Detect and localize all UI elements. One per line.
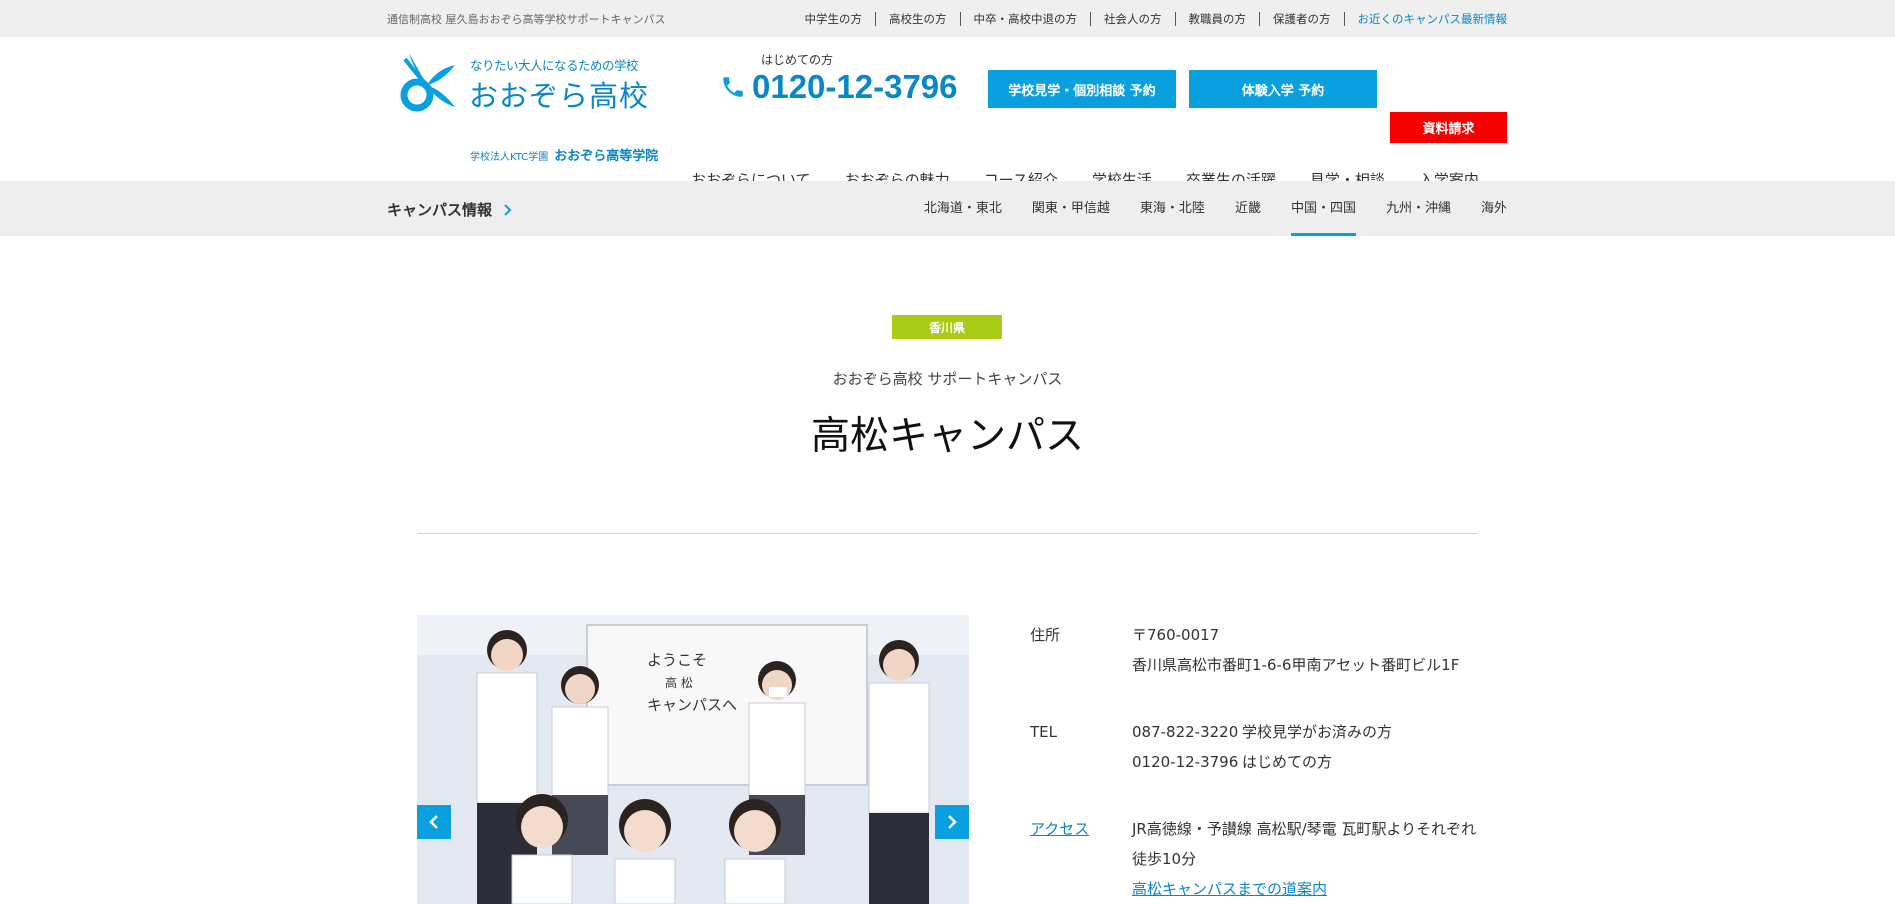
audience-link-teacher[interactable]: 教職員の方 xyxy=(1174,11,1260,26)
access-value: JR高徳線・予讃線 高松駅/琴電 瓦町駅よりそれぞれ徒歩10分 高松キャンパスま… xyxy=(1132,814,1480,904)
top-utility-bar: 通信制高校 屋久島おおぞら高等学校サポートキャンパス 中学生の方 高校生の方 中… xyxy=(0,0,1895,37)
region-tab-kinki[interactable]: 近畿 xyxy=(1235,181,1261,236)
chevron-left-icon xyxy=(429,815,438,829)
audience-links: 中学生の方 高校生の方 中卒・高校中退の方 社会人の方 教職員の方 保護者の方 … xyxy=(792,11,1507,26)
access-text: JR高徳線・予讃線 高松駅/琴電 瓦町駅よりそれぞれ徒歩10分 xyxy=(1132,820,1477,868)
logo-academy-name: おおぞら高等学院 xyxy=(554,149,659,164)
tel-value: 087-822-3220 学校見学がお済みの方 0120-12-3796 はじめての… xyxy=(1132,717,1480,777)
address-row: 住所 〒760-0017 香川県高松市番町1-6-6甲南アセット番町ビル1F xyxy=(1030,620,1480,680)
logo-name: おおぞら高校 xyxy=(469,79,650,113)
phone-number-link[interactable]: 0120-12-3796 xyxy=(720,68,958,106)
address-label: 住所 xyxy=(1030,626,1061,644)
tel-number-freedial[interactable]: 0120-12-3796 xyxy=(1132,747,1242,777)
access-link[interactable]: アクセス xyxy=(1030,814,1132,904)
region-tabs: 北海道・東北 関東・甲信越 東海・北陸 近畿 中国・四国 九州・沖縄 海外 xyxy=(894,181,1507,236)
campus-info-link[interactable]: キャンパス情報 xyxy=(387,199,512,220)
phone-number: 0120-12-3796 xyxy=(752,68,958,105)
access-row: アクセス JR高徳線・予讃線 高松駅/琴電 瓦町駅よりそれぞれ徒歩10分 高松キ… xyxy=(1030,814,1480,904)
logo-catchphrase: なりたい大人になるための学校 xyxy=(470,58,639,73)
region-tab-kanto[interactable]: 関東・甲信越 xyxy=(1032,181,1110,236)
whiteboard-text-1: ようこそ xyxy=(647,651,707,669)
prefecture-badge: 香川県 xyxy=(892,315,1002,339)
site-logo[interactable]: なりたい大人になるための学校 おおぞら高校 学校法人KTC学園 おおぞら高等学院 xyxy=(397,51,677,164)
tel-label: TEL xyxy=(1030,723,1057,741)
audience-link-high-school[interactable]: 高校生の方 xyxy=(875,11,960,26)
request-brochure-button[interactable]: 資料請求 xyxy=(1390,112,1507,143)
campus-info: 住所 〒760-0017 香川県高松市番町1-6-6甲南アセット番町ビル1F T… xyxy=(1030,620,1480,904)
logo-corp-name: 学校法人KTC学園 xyxy=(470,152,549,163)
tel-row: TEL 087-822-3220 学校見学がお済みの方 0120-12-3796 は… xyxy=(1030,717,1480,777)
campus-group-photo: ようこそ 高 松 キャンパスへ xyxy=(417,615,969,904)
top-utility-inner: 通信制高校 屋久島おおぞら高等学校サポートキャンパス 中学生の方 高校生の方 中… xyxy=(387,0,1507,37)
nearby-campus-link[interactable]: お近くのキャンパス最新情報 xyxy=(1343,11,1507,26)
whiteboard-text-3: キャンパスへ xyxy=(647,696,737,714)
address-value: 〒760-0017 香川県高松市番町1-6-6甲南アセット番町ビル1F xyxy=(1132,620,1480,680)
campus-nav-bar: キャンパス情報 北海道・東北 関東・甲信越 東海・北陸 近畿 中国・四国 九州・… xyxy=(0,181,1895,236)
region-tab-tokai[interactable]: 東海・北陸 xyxy=(1140,181,1205,236)
whiteboard-text-2: 高 松 xyxy=(665,675,693,690)
region-tab-hokkaido-tohoku[interactable]: 北海道・東北 xyxy=(924,181,1002,236)
phone-label: はじめての方 xyxy=(761,53,834,67)
tel-note-first-time: はじめての方 xyxy=(1242,753,1333,771)
trial-reservation-button[interactable]: 体験入学 予約 xyxy=(1189,70,1377,108)
phone-icon xyxy=(723,77,743,97)
tel-note-visited: 学校見学がお済みの方 xyxy=(1242,723,1393,741)
site-header: なりたい大人になるための学校 おおぞら高校 学校法人KTC学園 おおぞら高等学院 … xyxy=(0,37,1895,189)
campus-subtitle: おおぞら高校 サポートキャンパス xyxy=(832,370,1063,388)
site-description: 通信制高校 屋久島おおぞら高等学校サポートキャンパス xyxy=(387,12,666,26)
campus-info-label: キャンパス情報 xyxy=(387,201,493,219)
page-title: 高松キャンパス xyxy=(810,414,1084,459)
directions-link[interactable]: 高松キャンパスまでの道案内 xyxy=(1132,880,1327,898)
slider-prev-button[interactable] xyxy=(417,805,451,839)
logo-mark-icon xyxy=(400,53,455,112)
region-tab-chugoku-shikoku[interactable]: 中国・四国 xyxy=(1290,181,1356,236)
tel-number-campus[interactable]: 087-822-3220 xyxy=(1132,717,1242,747)
chevron-right-icon xyxy=(948,815,957,829)
region-tab-kyushu-okinawa[interactable]: 九州・沖縄 xyxy=(1386,181,1451,236)
postal-code: 〒760-0017 xyxy=(1132,626,1220,644)
slider-next-button[interactable] xyxy=(935,805,969,839)
section-divider xyxy=(417,533,1477,534)
region-tab-overseas[interactable]: 海外 xyxy=(1481,181,1507,236)
audience-link-dropout[interactable]: 中卒・高校中退の方 xyxy=(959,11,1091,26)
visit-reservation-button[interactable]: 学校見学・個別相談 予約 xyxy=(988,70,1176,108)
audience-link-parent[interactable]: 保護者の方 xyxy=(1259,11,1344,26)
audience-link-adult[interactable]: 社会人の方 xyxy=(1090,11,1175,26)
chevron-right-icon xyxy=(504,203,512,216)
logo-subtitle: 学校法人KTC学園 おおぞら高等学院 xyxy=(470,145,658,164)
street-address: 香川県高松市番町1-6-6甲南アセット番町ビル1F xyxy=(1132,656,1460,674)
audience-link-junior-high[interactable]: 中学生の方 xyxy=(792,12,876,26)
campus-photo-slider: ようこそ 高 松 キャンパスへ xyxy=(417,615,969,904)
